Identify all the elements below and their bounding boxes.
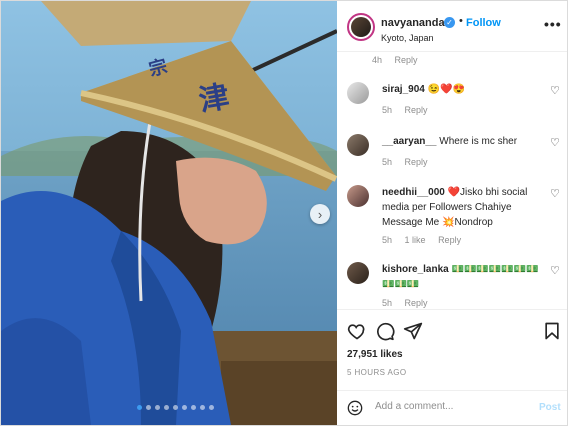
carousel-dot [191,405,196,410]
comment-like-heart-icon[interactable]: ♡ [550,264,560,277]
carousel-dot [164,405,169,410]
commenter-username[interactable]: siraj_904 [382,84,425,95]
post-photo[interactable]: 津 宗 › [1,1,337,425]
commenter-username[interactable]: needhii__000 [382,187,445,198]
photo-artwork: 津 宗 [1,1,337,425]
verified-badge-icon: ✓ [444,17,455,28]
comment-text: needhii__000 ❤️Jisko bhi social media pe… [382,185,547,230]
comment-icon[interactable] [375,321,395,341]
post-time: 5 HOURS AGO [347,368,407,377]
commenter-avatar[interactable] [347,134,369,156]
comment-text: kishore_lanka 💵💵💵💵💵💵💵💵💵💵 [382,262,547,292]
carousel-dot [173,405,178,410]
likes-count[interactable]: 27,951 likes [347,349,403,360]
comment-meta: 5h 1 like Reply [382,235,471,245]
caption-reply-button[interactable]: Reply [395,55,418,65]
comment-time: 5h [382,298,393,308]
comment-text: siraj_904 😉❤️😍 [382,82,547,97]
comment-time: 5h [382,235,393,245]
comment-likes-count[interactable]: 1 like [405,235,426,245]
bookmark-icon[interactable] [542,321,562,341]
carousel-dot [137,405,142,410]
carousel-dots [137,405,214,410]
comments-list[interactable]: 4h Reply siraj_904 😉❤️😍 ♡ 5h Reply __aar… [337,51,567,309]
comment-text: __aaryan__ Where is mc sher [382,134,547,149]
comment-reply-button[interactable]: Reply [405,298,428,308]
post-comment-button[interactable]: Post [539,402,561,413]
comment-meta: 5h Reply [382,298,438,308]
carousel-dot [200,405,205,410]
caption-meta: 4h Reply [372,55,428,65]
comment-like-heart-icon[interactable]: ♡ [550,84,560,97]
commenter-username[interactable]: kishore_lanka [382,264,449,275]
commenter-avatar[interactable] [347,262,369,284]
comment-time: 5h [382,105,393,115]
commenter-username[interactable]: __aaryan__ [382,136,437,147]
follow-button[interactable]: Follow [466,17,501,29]
add-comment-input[interactable] [375,401,525,412]
comment-reply-button[interactable]: Reply [438,235,461,245]
heart-icon[interactable] [347,321,367,341]
comment-body: 😉❤️😍 [427,84,465,95]
carousel-dot [182,405,187,410]
comment-reply-button[interactable]: Reply [405,157,428,167]
comment-reply-button[interactable]: Reply [405,105,428,115]
comment-like-heart-icon[interactable]: ♡ [550,187,560,200]
svg-text:津: 津 [196,79,232,119]
comment-meta: 5h Reply [382,157,438,167]
comment-meta: 5h Reply [382,105,438,115]
emoji-icon[interactable] [347,400,363,416]
post-location[interactable]: Kyoto, Japan [381,33,434,43]
commenter-avatar[interactable] [347,185,369,207]
post-dialog: 津 宗 › navyananda ✓ • Follow Kyoto, Japan… [0,0,568,426]
author-avatar[interactable] [347,13,375,41]
carousel-dot [209,405,214,410]
paper-plane-icon[interactable] [403,321,423,341]
comment-body: Where is mc sher [439,136,518,147]
add-comment-row: Post [337,390,567,425]
header-separator: • [459,15,463,27]
post-header: navyananda ✓ • Follow Kyoto, Japan ••• [337,1,567,52]
chevron-right-icon: › [317,206,323,222]
commenter-avatar[interactable] [347,82,369,104]
more-options-icon[interactable]: ••• [544,16,562,32]
carousel-dot [155,405,160,410]
comment-like-heart-icon[interactable]: ♡ [550,136,560,149]
post-actions: 27,951 likes 5 HOURS AGO Post [337,309,567,425]
carousel-dot [146,405,151,410]
comment-time: 5h [382,157,393,167]
author-username[interactable]: navyananda [381,17,445,29]
caption-time: 4h [372,55,383,65]
next-photo-button[interactable]: › [310,204,330,224]
post-side-panel: navyananda ✓ • Follow Kyoto, Japan ••• 4… [337,1,567,425]
